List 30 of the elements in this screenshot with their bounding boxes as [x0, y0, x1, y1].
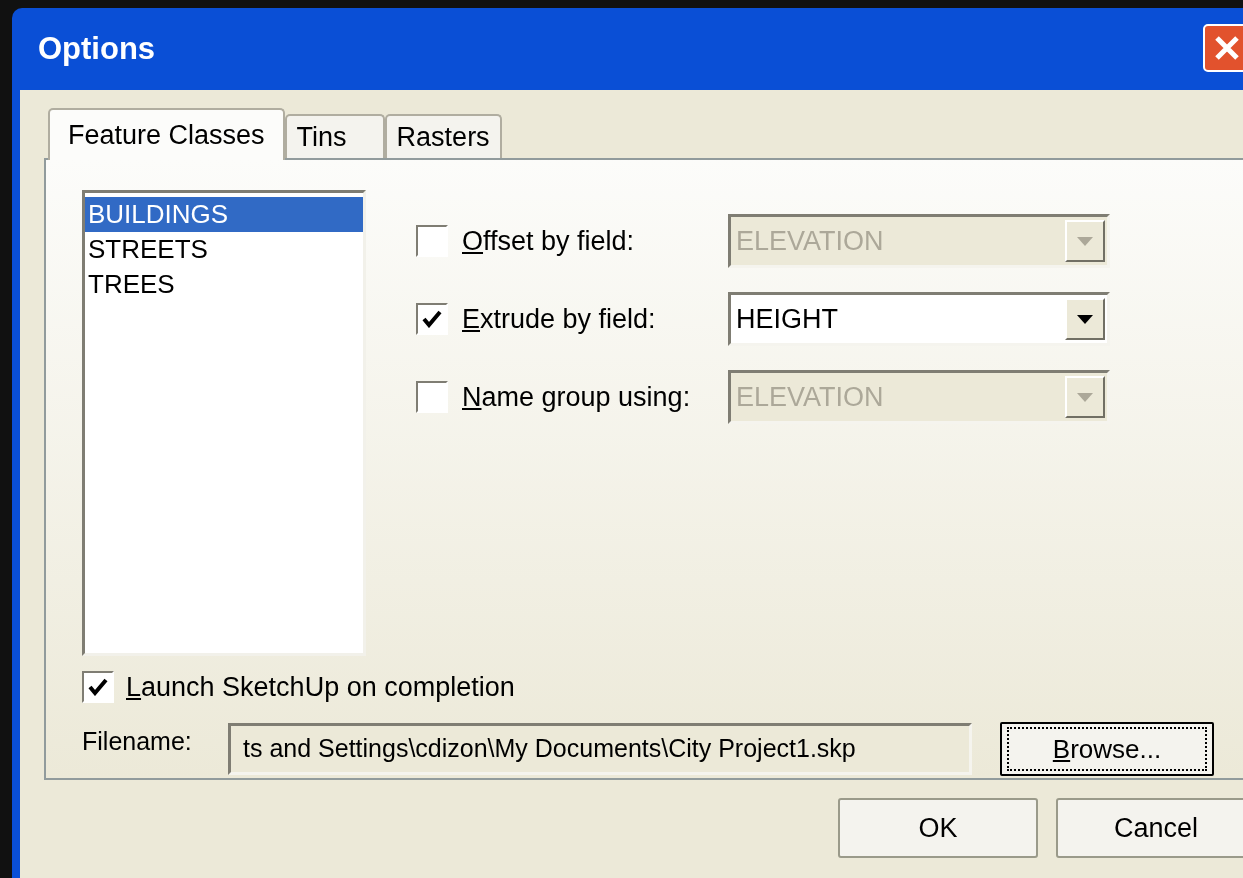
close-button[interactable]	[1203, 24, 1243, 72]
dropdown-value: HEIGHT	[736, 302, 839, 336]
tab[interactable]: Feature Classes	[48, 108, 285, 160]
caret-icon	[1077, 314, 1093, 324]
option-label: Offset by field:	[462, 224, 635, 258]
dropdown[interactable]: HEIGHT	[728, 292, 1110, 346]
filename-label: Filename:	[82, 726, 193, 758]
list-item[interactable]: STREETS	[85, 232, 363, 267]
tab[interactable]: Tins	[284, 114, 385, 158]
caret-icon	[1077, 236, 1093, 246]
dropdown-button[interactable]	[1065, 298, 1105, 340]
option-label: Extrude by field:	[462, 302, 656, 336]
tab[interactable]: Rasters	[384, 114, 502, 158]
dropdown-value: ELEVATION	[736, 224, 885, 258]
dialog-button[interactable]: OK	[838, 798, 1038, 858]
checkbox[interactable]	[416, 303, 448, 335]
close-icon	[1213, 34, 1241, 62]
browse-button[interactable]: Browse...	[1000, 722, 1214, 776]
check-icon	[88, 678, 108, 696]
launch-label: Launch SketchUp on completion	[126, 670, 515, 704]
dialog-button[interactable]: Cancel	[1056, 798, 1243, 858]
window-title: Options	[38, 29, 156, 68]
dropdown-value: ELEVATION	[736, 380, 885, 414]
filename-field[interactable]: ts and Settings\cdizon\My Documents\City Project1.skp	[228, 723, 972, 775]
caret-icon	[1077, 392, 1093, 402]
option-label: Name group using:	[462, 380, 691, 414]
list-item[interactable]: TREES	[85, 267, 363, 302]
list-item[interactable]: BUILDINGS	[85, 197, 363, 232]
checkbox[interactable]	[82, 671, 114, 703]
check-icon	[422, 310, 442, 328]
